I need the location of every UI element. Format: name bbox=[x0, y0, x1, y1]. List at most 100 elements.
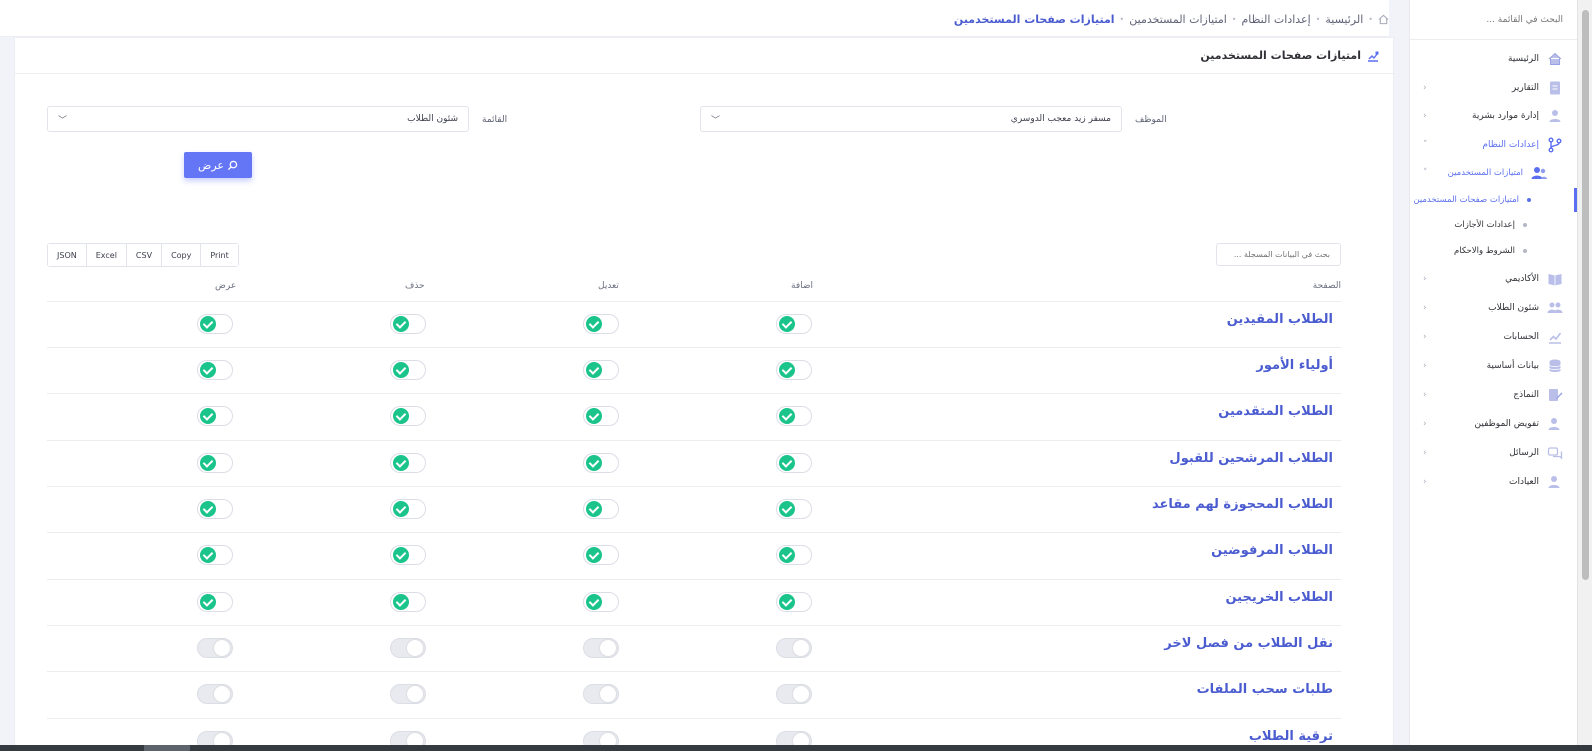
sidebar-item-terms[interactable]: الشروط والاحكام bbox=[1409, 239, 1577, 263]
sidebar-search-input[interactable] bbox=[1423, 14, 1563, 25]
view-permission-toggle[interactable] bbox=[197, 499, 233, 519]
view-permission-toggle[interactable] bbox=[197, 406, 233, 426]
view-permission-toggle[interactable] bbox=[197, 684, 233, 704]
sidebar-item-student-affairs[interactable]: شئون الطلاب ‹ bbox=[1409, 296, 1577, 320]
breadcrumb-system-settings[interactable]: إعدادات النظام bbox=[1242, 13, 1311, 26]
add-permission-toggle[interactable] bbox=[776, 684, 812, 704]
add-permission-toggle[interactable] bbox=[776, 406, 812, 426]
chevron-left-icon: ‹ bbox=[1423, 419, 1427, 429]
clinic-icon bbox=[1547, 474, 1563, 490]
delete-permission-toggle[interactable] bbox=[390, 406, 426, 426]
menu-select[interactable]: شئون الطلاب ﹀ bbox=[47, 106, 469, 132]
delete-permission-toggle[interactable] bbox=[390, 684, 426, 704]
branch-icon bbox=[1547, 137, 1563, 153]
delete-permission-toggle[interactable] bbox=[390, 453, 426, 473]
sidebar-item-label: العيادات bbox=[1508, 477, 1539, 487]
view-permission-toggle[interactable] bbox=[197, 314, 233, 334]
delete-permission-toggle[interactable] bbox=[390, 592, 426, 612]
sidebar-item-accounts[interactable]: الحسابات ‹ bbox=[1409, 325, 1577, 349]
add-permission-toggle[interactable] bbox=[776, 499, 812, 519]
scrollbar-thumb[interactable] bbox=[1582, 10, 1589, 580]
check-icon bbox=[393, 501, 409, 517]
edit-permission-toggle[interactable] bbox=[583, 684, 619, 704]
edit-permission-toggle[interactable] bbox=[583, 360, 619, 380]
copy-button[interactable]: Copy bbox=[161, 244, 201, 266]
breadcrumb-user-privileges[interactable]: امتيازات المستخدمين bbox=[1129, 13, 1227, 26]
add-permission-toggle[interactable] bbox=[776, 314, 812, 334]
export-button-group: JSON Excel CSV Copy Print bbox=[47, 243, 239, 267]
sidebar-item-employee-delegation[interactable]: تفويض الموظفين ‹ bbox=[1409, 412, 1577, 436]
vertical-scrollbar[interactable] bbox=[1577, 0, 1592, 745]
check-icon bbox=[200, 547, 216, 563]
table-row: الطلاب المرشحين للقبول bbox=[47, 440, 1341, 486]
breadcrumb-separator: • bbox=[1231, 14, 1237, 24]
edit-permission-toggle[interactable] bbox=[583, 638, 619, 658]
edit-permission-toggle[interactable] bbox=[583, 406, 619, 426]
check-icon bbox=[393, 455, 409, 471]
home-icon[interactable] bbox=[1378, 14, 1389, 25]
table-search-input[interactable] bbox=[1216, 243, 1341, 266]
edit-permission-toggle[interactable] bbox=[583, 314, 619, 334]
sidebar-item-user-page-privileges[interactable]: امتيازات صفحات المستخدمين bbox=[1409, 188, 1577, 212]
add-permission-toggle[interactable] bbox=[776, 592, 812, 612]
add-permission-toggle[interactable] bbox=[776, 638, 812, 658]
sidebar-item-leave-settings[interactable]: إعدادات الأجازات bbox=[1409, 213, 1577, 237]
view-permission-toggle[interactable] bbox=[197, 545, 233, 565]
check-icon bbox=[586, 362, 602, 378]
delete-permission-toggle[interactable] bbox=[390, 360, 426, 380]
edit-permission-toggle[interactable] bbox=[583, 499, 619, 519]
sidebar-item-messages[interactable]: الرسائل ‹ bbox=[1409, 441, 1577, 465]
sidebar-item-label: إعدادات الأجازات bbox=[1454, 220, 1515, 230]
delete-permission-toggle[interactable] bbox=[390, 499, 426, 519]
top-header: • الرئيسية • إعدادات النظام • امتيازات ا… bbox=[0, 0, 1389, 37]
show-button[interactable]: عرض bbox=[184, 152, 252, 178]
export-csv-button[interactable]: CSV bbox=[125, 244, 162, 266]
sidebar-item-reports[interactable]: التقارير ‹ bbox=[1409, 76, 1577, 100]
chart-icon bbox=[1367, 50, 1379, 62]
sidebar-item-forms[interactable]: النماذج ‹ bbox=[1409, 383, 1577, 407]
users-icon bbox=[1531, 165, 1547, 181]
page-name: أولياء الأمور bbox=[1256, 358, 1333, 373]
edit-permission-toggle[interactable] bbox=[583, 453, 619, 473]
delete-permission-toggle[interactable] bbox=[390, 314, 426, 334]
toggle-knob bbox=[600, 640, 616, 656]
check-icon bbox=[779, 316, 795, 332]
breadcrumb-home[interactable]: الرئيسية bbox=[1325, 13, 1363, 26]
sidebar-item-academic[interactable]: الأكاديمي ‹ bbox=[1409, 267, 1577, 291]
sidebar-item-label: الشروط والاحكام bbox=[1453, 246, 1515, 256]
bullet-icon bbox=[1523, 249, 1527, 253]
print-button[interactable]: Print bbox=[200, 244, 238, 266]
check-icon bbox=[586, 547, 602, 563]
add-permission-toggle[interactable] bbox=[776, 453, 812, 473]
add-permission-toggle[interactable] bbox=[776, 360, 812, 380]
sidebar-item-basic-data[interactable]: بيانات أساسية ‹ bbox=[1409, 354, 1577, 378]
view-permission-toggle[interactable] bbox=[197, 360, 233, 380]
employee-select[interactable]: مسفر زيد معجب الدوسري ﹀ bbox=[700, 106, 1122, 132]
sidebar-item-label: شئون الطلاب bbox=[1488, 303, 1539, 313]
chevron-down-icon: ﹀ bbox=[58, 116, 68, 126]
view-permission-toggle[interactable] bbox=[197, 592, 233, 612]
sidebar-item-user-privileges[interactable]: امتيازات المستخدمين ˅ bbox=[1409, 161, 1577, 185]
export-excel-button[interactable]: Excel bbox=[85, 244, 126, 266]
menu-select-value: شئون الطلاب bbox=[407, 114, 458, 124]
sidebar-item-clinics[interactable]: العيادات ‹ bbox=[1409, 470, 1577, 494]
horizontal-scrollbar[interactable] bbox=[0, 745, 1592, 751]
table-row: الطلاب المقيدين bbox=[47, 301, 1341, 347]
sidebar-item-home[interactable]: الرئيسية bbox=[1409, 47, 1577, 71]
user-delegate-icon bbox=[1547, 416, 1563, 432]
edit-permission-toggle[interactable] bbox=[583, 592, 619, 612]
view-permission-toggle[interactable] bbox=[197, 453, 233, 473]
view-permission-toggle[interactable] bbox=[197, 638, 233, 658]
sidebar-item-system-settings[interactable]: إعدادات النظام ˅ bbox=[1409, 133, 1577, 157]
sidebar-item-hr[interactable]: إدارة موارد بشرية ‹ bbox=[1409, 104, 1577, 128]
delete-permission-toggle[interactable] bbox=[390, 638, 426, 658]
check-icon bbox=[200, 455, 216, 471]
check-icon bbox=[779, 408, 795, 424]
delete-permission-toggle[interactable] bbox=[390, 545, 426, 565]
horizontal-scrollbar-thumb[interactable] bbox=[144, 745, 190, 751]
edit-permission-toggle[interactable] bbox=[583, 545, 619, 565]
export-json-button[interactable]: JSON bbox=[48, 244, 86, 266]
toggle-knob bbox=[407, 640, 423, 656]
add-permission-toggle[interactable] bbox=[776, 545, 812, 565]
check-icon bbox=[586, 408, 602, 424]
